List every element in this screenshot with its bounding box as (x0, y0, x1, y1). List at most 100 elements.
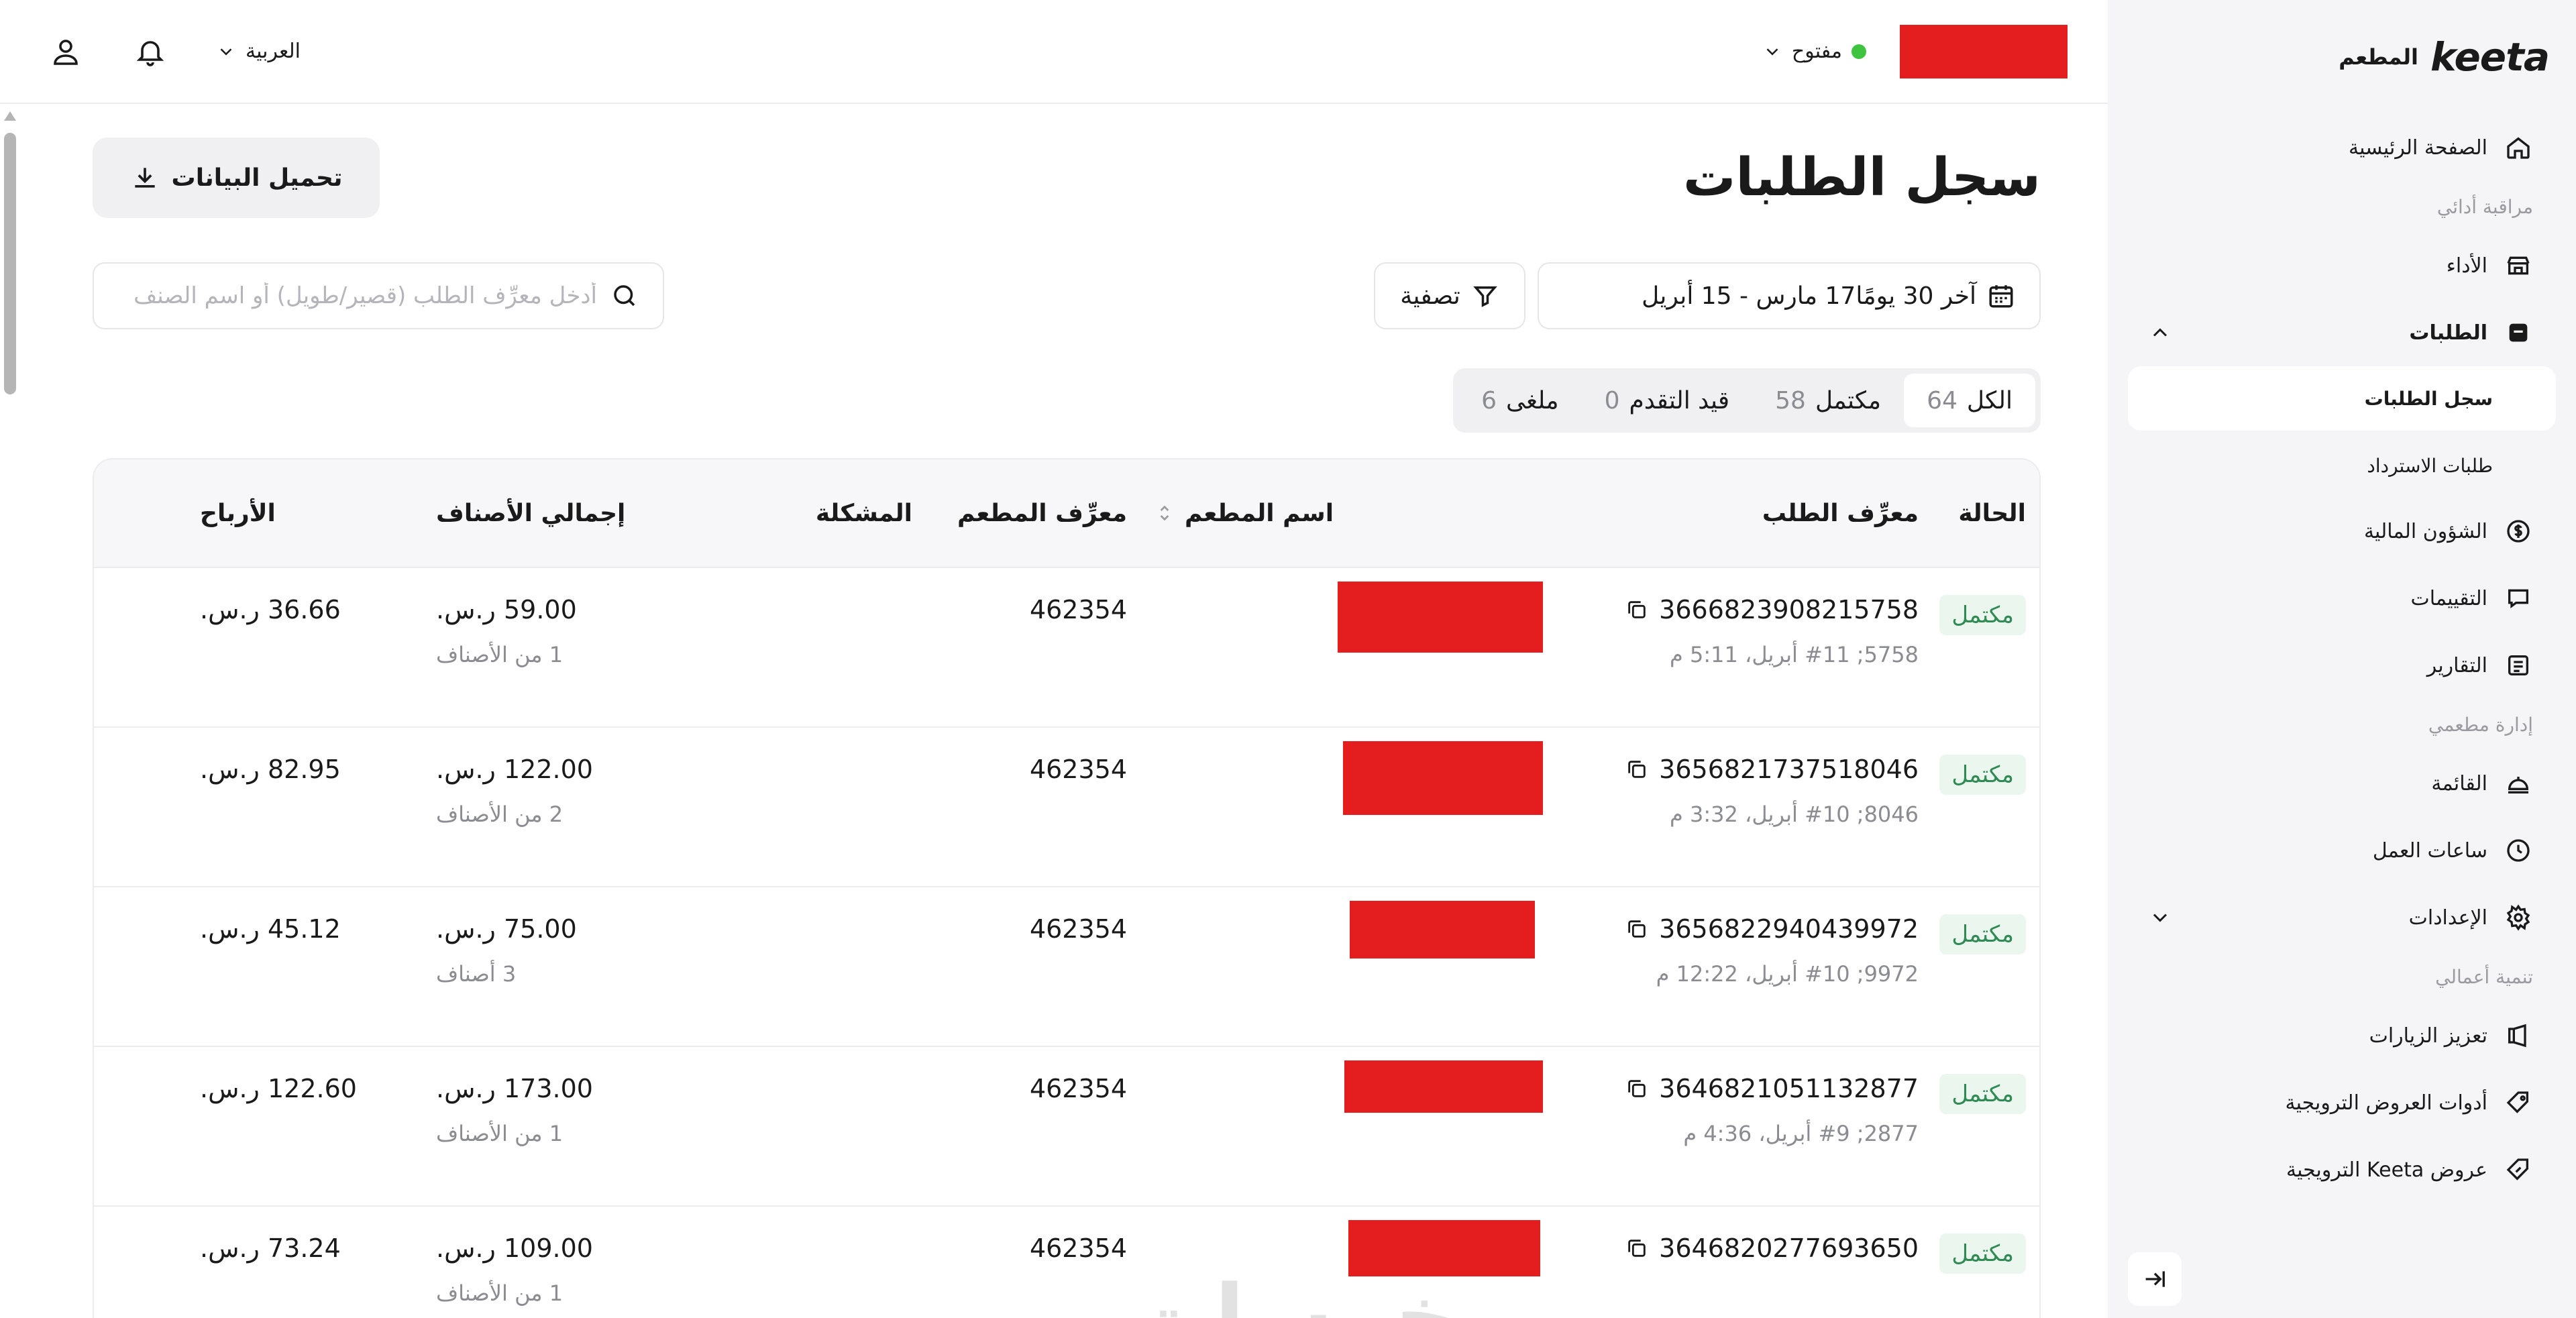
profit: 82.95 ر.س. (200, 755, 341, 784)
tag-icon (2504, 1088, 2533, 1117)
table-header: الحالة معرِّف الطلب اسم المطعم معرِّف ال… (94, 459, 2039, 568)
collapse-sidebar-button[interactable] (2128, 1252, 2182, 1306)
table-row[interactable]: مكتمل 3656821737518046 8046; #10 أبريل، … (94, 728, 2039, 887)
sidebar-item-ratings[interactable]: التقييمات (2128, 565, 2556, 632)
brand-logo: keeta (2430, 34, 2550, 80)
store-name-redacted (1900, 24, 2068, 78)
sidebar-item-refund-requests[interactable]: طلبات الاسترداد (2128, 433, 2556, 498)
sidebar-item-settings[interactable]: الإعدادات (2128, 884, 2556, 951)
tab-count: 0 (1604, 386, 1620, 415)
restaurant-name-redacted (1350, 901, 1535, 958)
search-input[interactable] (102, 282, 598, 310)
brand: keeta المطعم (2128, 0, 2556, 114)
report-icon (2504, 651, 2533, 680)
sidebar-item-performance[interactable]: الأداء (2128, 232, 2556, 299)
tab-label: ملغى (1506, 386, 1559, 415)
sidebar-item-menu[interactable]: القائمة (2128, 750, 2556, 817)
orders-icon (2504, 318, 2533, 347)
gear-icon (2504, 903, 2533, 932)
order-id: 3656822940439972 (1659, 914, 1919, 944)
chevron-down-icon[interactable] (2148, 905, 2172, 930)
home-icon (2504, 133, 2533, 162)
sidebar-item-hours[interactable]: ساعات العمل (2128, 817, 2556, 884)
bell-icon[interactable] (131, 33, 169, 70)
status-badge: مكتمل (1939, 1233, 2026, 1274)
sort-icon[interactable] (1154, 502, 1175, 524)
scroll-thumb[interactable] (4, 133, 16, 394)
order-id: 3646820277693650 (1659, 1233, 1919, 1263)
table-row[interactable]: مكتمل 3666823908215758 5758; #11 أبريل، … (94, 568, 2039, 728)
sidebar-item-label: الأداء (2446, 254, 2487, 278)
content: سجل الطلبات تحميل البيانات آخر 30 يومًا1… (0, 104, 2108, 1318)
sidebar-item-label: القائمة (2431, 771, 2487, 795)
tab-count: 64 (1927, 386, 1957, 415)
copy-icon[interactable] (1625, 598, 1648, 621)
sidebar-item-orders[interactable]: الطلبات (2128, 299, 2556, 366)
restaurant-id: 462354 (1029, 755, 1127, 784)
table-row[interactable]: مكتمل 3656822940439972 9972; #10 أبريل، … (94, 887, 2039, 1047)
chevron-down-icon (220, 48, 232, 56)
download-data-button[interactable]: تحميل البيانات (93, 138, 380, 218)
scroll-up-arrow[interactable] (4, 111, 16, 121)
tab-all[interactable]: الكل 64 (1904, 374, 2035, 427)
copy-icon[interactable] (1625, 1237, 1648, 1260)
date-range-label: آخر 30 يومًا17 مارس - 15 أبريل (1642, 282, 1976, 310)
table-row[interactable]: مكتمل 3646821051132877 2877; #9 أبريل، 4… (94, 1047, 2039, 1207)
tab-count: 58 (1775, 386, 1806, 415)
order-meta: 2877; #9 أبريل، 4:36 م (1683, 1121, 1919, 1146)
tab-label: قيد التقدم (1629, 386, 1730, 415)
copy-icon[interactable] (1625, 918, 1648, 940)
tab-in-progress[interactable]: قيد التقدم 0 (1582, 374, 1753, 427)
restaurant-id: 462354 (1029, 595, 1127, 624)
store-status-dropdown[interactable]: مفتوح (1762, 40, 1866, 63)
order-meta: 8046; #10 أبريل، 3:32 م (1669, 802, 1919, 827)
date-range-picker[interactable]: آخر 30 يومًا17 مارس - 15 أبريل (1538, 262, 2041, 329)
sidebar-item-home[interactable]: الصفحة الرئيسية (2128, 114, 2556, 181)
chevron-up-icon[interactable] (2148, 321, 2172, 345)
header-restaurant-name[interactable]: اسم المطعم (1140, 500, 1556, 527)
sidebar-item-label: أدوات العروض الترويجية (2285, 1091, 2487, 1115)
user-icon[interactable] (47, 33, 85, 70)
vertical-scrollbar[interactable] (4, 107, 16, 1318)
header-profit: الأرباح (200, 499, 276, 527)
copy-icon[interactable] (1625, 1077, 1648, 1100)
topbar-store: مفتوح (1762, 24, 2068, 78)
items-total: 122.00 ر.س. (436, 755, 593, 784)
language-dropdown[interactable]: العربية (216, 40, 301, 63)
tab-cancelled[interactable]: ملغى 6 (1458, 374, 1581, 427)
filter-button[interactable]: تصفية (1374, 262, 1525, 329)
tab-completed[interactable]: مكتمل 58 (1752, 374, 1904, 427)
filter-row: آخر 30 يومًا17 مارس - 15 أبريل تصفية (93, 262, 2041, 329)
header-restaurant-id: معرِّف المطعم (957, 499, 1127, 527)
sidebar-item-label: تعزيز الزيارات (2369, 1024, 2487, 1048)
sidebar-item-finance[interactable]: الشؤون المالية (2128, 498, 2556, 565)
sidebar-item-boost-visits[interactable]: تعزيز الزيارات (2128, 1002, 2556, 1069)
store-icon (2504, 251, 2533, 280)
search-box[interactable] (93, 262, 664, 329)
profit: 45.12 ر.س. (200, 914, 341, 944)
download-icon (134, 168, 155, 188)
sidebar-item-reports[interactable]: التقارير (2128, 632, 2556, 699)
table-row[interactable]: مكتمل 3646820277693650 462354 109.00 ر.س… (94, 1207, 2039, 1318)
filter-controls: آخر 30 يومًا17 مارس - 15 أبريل تصفية (1374, 262, 2041, 329)
sidebar-item-order-history[interactable]: سجل الطلبات (2128, 366, 2556, 431)
orders-table: الحالة معرِّف الطلب اسم المطعم معرِّف ال… (93, 458, 2041, 1318)
status-badge: مكتمل (1939, 1074, 2026, 1114)
restaurant-id: 462354 (1029, 1074, 1127, 1103)
comment-icon (2504, 584, 2533, 613)
sidebar-item-promo-tools[interactable]: أدوات العروض الترويجية (2128, 1069, 2556, 1136)
tab-label: الكل (1966, 386, 2012, 415)
main-area: مفتوح العربية سجل الطلبات تحميل البيانات… (0, 0, 2108, 1318)
promo-badge-icon (2504, 1155, 2533, 1185)
copy-icon[interactable] (1625, 758, 1648, 781)
sidebar-item-keeta-promos[interactable]: عروض Keeta الترويجية (2128, 1136, 2556, 1203)
status-tabs: الكل 64 مكتمل 58 قيد التقدم 0 ملغى 6 (1453, 368, 2041, 433)
order-id: 3646821051132877 (1659, 1074, 1919, 1103)
topbar-actions: العربية (47, 33, 301, 70)
header-items-total: إجمالي الأصناف (436, 499, 626, 527)
sidebar-item-label: الإعدادات (2408, 905, 2487, 930)
search-icon (614, 285, 635, 307)
sidebar-section-manage: إدارة مطعمي (2428, 713, 2533, 736)
header-label: اسم المطعم (1185, 499, 1334, 527)
title-row: سجل الطلبات تحميل البيانات (93, 138, 2041, 218)
